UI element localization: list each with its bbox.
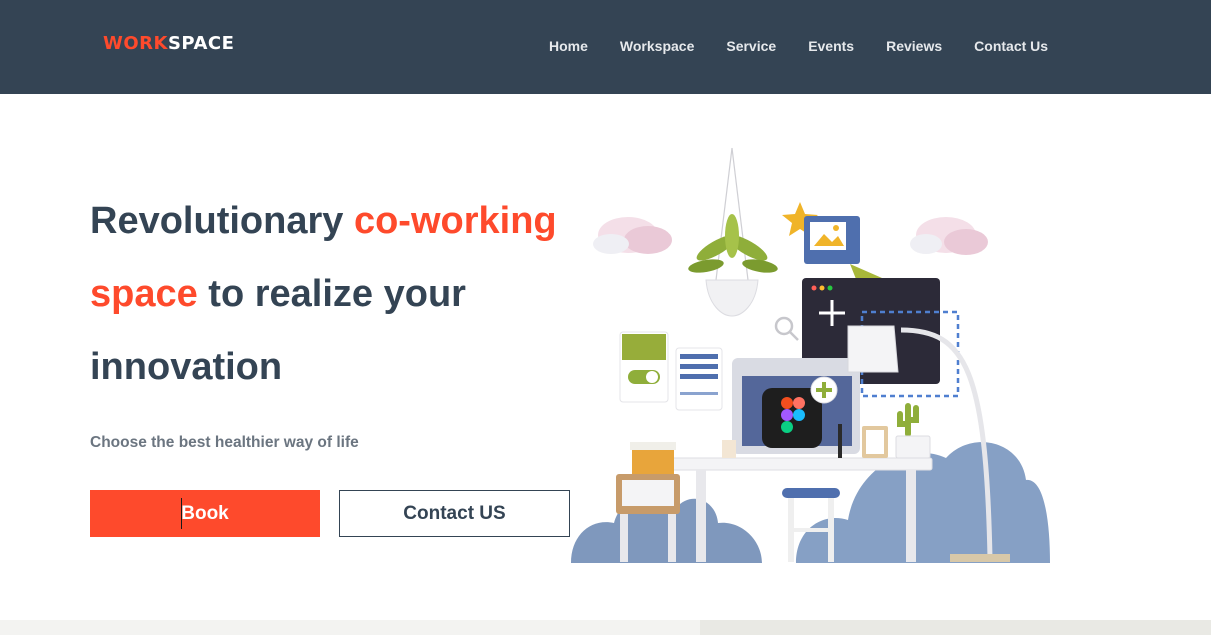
logo-text-space: SPACE bbox=[167, 33, 235, 54]
hanging-plant bbox=[688, 214, 778, 273]
nav-workspace[interactable]: Workspace bbox=[620, 38, 694, 54]
top-navbar: WORKSPACE Home Workspace Service Events … bbox=[0, 0, 1211, 94]
book-button[interactable]: Book bbox=[90, 490, 320, 537]
text-caret bbox=[181, 498, 182, 529]
contact-us-button-label: Contact US bbox=[403, 502, 506, 524]
cactus-pot bbox=[895, 435, 931, 459]
pink-cloud-right bbox=[910, 217, 988, 255]
hero-title-accent1: co-working bbox=[353, 200, 557, 242]
stool bbox=[782, 488, 840, 498]
desk-top bbox=[667, 457, 933, 471]
contact-us-button[interactable]: Contact US bbox=[339, 490, 570, 537]
nav-reviews[interactable]: Reviews bbox=[886, 38, 942, 54]
hero-tagline: Choose the best healthier way of life bbox=[90, 434, 359, 451]
desk-lamp bbox=[847, 325, 899, 373]
search-icon bbox=[774, 316, 799, 341]
workspace-logo[interactable]: WORKSPACE bbox=[103, 33, 234, 54]
hero-title-part1: Revolutionary bbox=[90, 200, 354, 242]
hero-title: Revolutionary co-working space to realiz… bbox=[90, 185, 610, 404]
nav-home[interactable]: Home bbox=[549, 38, 588, 54]
coworking-desk-illustration bbox=[571, 147, 1050, 563]
hanging-pot bbox=[705, 279, 759, 317]
nav-service[interactable]: Service bbox=[726, 38, 776, 54]
next-section-edge-right bbox=[700, 620, 1211, 635]
coffee-cup bbox=[722, 440, 736, 458]
hero-title-part2: to realize your bbox=[197, 273, 466, 315]
next-section-edge bbox=[0, 620, 1211, 635]
nav-contact-us[interactable]: Contact Us bbox=[974, 38, 1048, 54]
nav-events[interactable]: Events bbox=[808, 38, 854, 54]
main-nav: Home Workspace Service Events Reviews Co… bbox=[549, 38, 1048, 54]
pink-cloud-left bbox=[593, 217, 672, 254]
hero-title-accent2: space bbox=[90, 273, 198, 315]
book-button-label: Book bbox=[181, 502, 229, 524]
logo-text-work: WORK bbox=[103, 33, 168, 54]
hero-title-part3: innovation bbox=[90, 346, 283, 388]
